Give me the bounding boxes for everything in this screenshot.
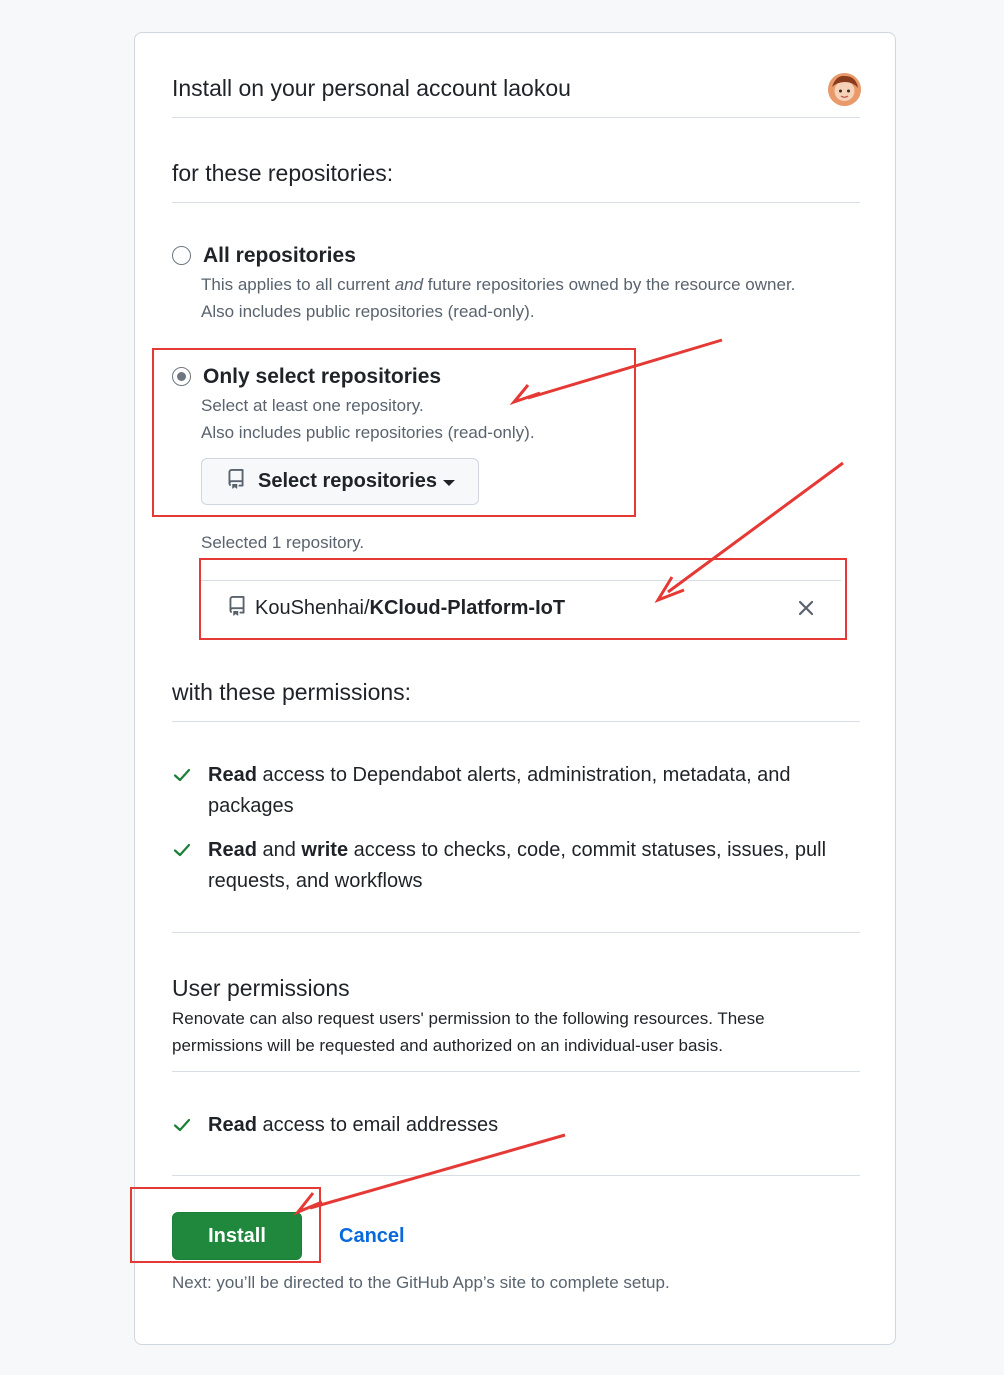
permission-text: access to Dependabot alerts, administrat… [208,764,791,817]
annotation-box [152,348,636,517]
permissions-heading: with these permissions: [172,679,412,705]
user-permissions-heading: User permissions [172,975,350,1001]
user-permission-item: Read access to email addresses [172,1110,848,1141]
check-icon [172,765,192,785]
all-repositories-label[interactable]: All repositories [203,244,356,268]
install-card: Install on your personal account laokou … [134,32,896,1345]
divider [172,932,860,933]
description-text: future repositories owned by the resourc… [423,275,796,294]
check-icon [172,1115,192,1135]
avatar[interactable] [828,73,861,106]
permission-level: Read [208,1114,257,1136]
user-permissions-description: Renovate can also request users' permiss… [172,1009,765,1055]
permission-level: write [301,839,349,861]
permission-text: and [256,839,302,861]
divider [172,1071,860,1072]
permission-text: access to email addresses [256,1114,499,1136]
divider [172,117,860,118]
divider [172,721,860,722]
permission-item: Read access to Dependabot alerts, admini… [172,760,828,822]
next-step-note: Next: you’ll be directed to the GitHub A… [172,1273,670,1292]
cancel-link[interactable]: Cancel [339,1225,405,1248]
description-text: This applies to all current [201,275,395,294]
divider [172,1175,860,1176]
annotation-box [199,558,847,640]
permission-level: Read [208,839,257,861]
check-icon [172,840,192,860]
all-repositories-radio[interactable] [172,246,191,265]
description-emphasis: and [394,275,424,294]
all-repositories-description: This applies to all current and future r… [201,271,861,325]
page-title: Install on your personal account laokou [172,75,571,101]
description-text: Also includes public repositories (read-… [201,302,535,321]
divider [172,202,860,203]
permission-item: Read and write access to checks, code, c… [172,835,848,897]
annotation-box [130,1187,321,1263]
repositories-heading: for these repositories: [172,160,394,186]
selected-count: Selected 1 repository. [201,533,365,552]
permission-level: Read [208,764,257,786]
